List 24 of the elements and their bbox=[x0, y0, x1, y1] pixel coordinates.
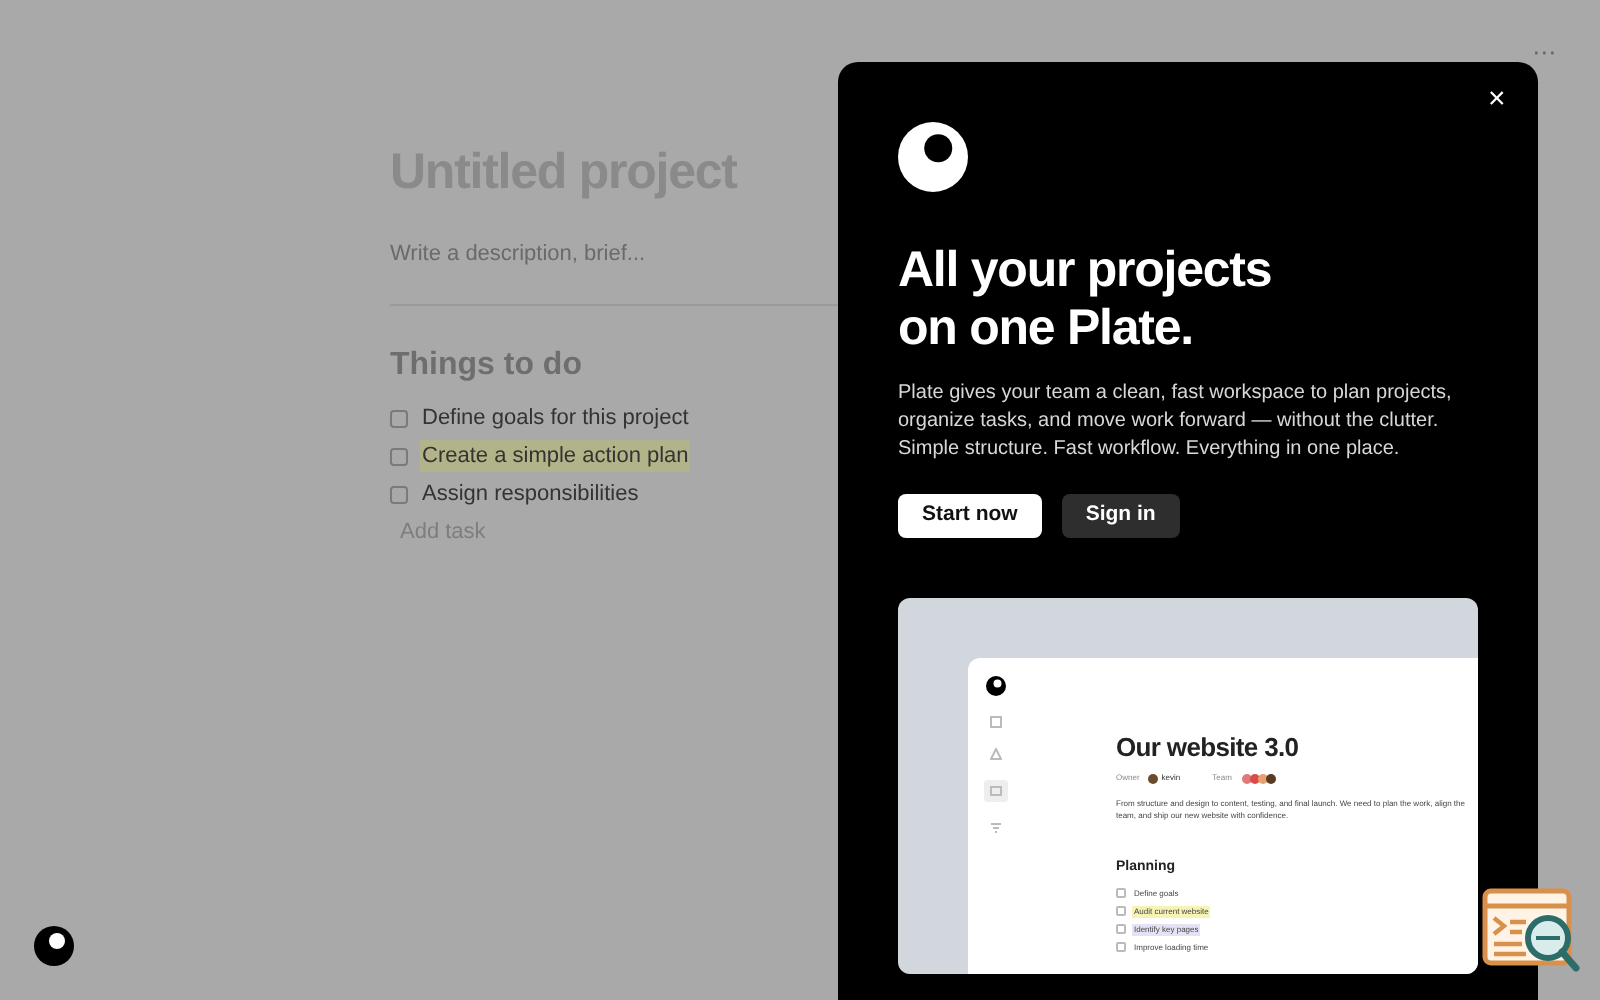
filter-icon bbox=[990, 822, 1002, 834]
avatar-icon bbox=[1147, 773, 1158, 783]
preview-title: Our website 3.0 bbox=[1116, 734, 1301, 760]
section-heading: Things to do bbox=[390, 346, 584, 386]
app-logo-button[interactable] bbox=[34, 926, 74, 966]
start-button[interactable]: Start now bbox=[898, 494, 1042, 538]
dialog-headline: All your projects on one Plate. bbox=[898, 242, 1274, 358]
page-icon bbox=[990, 716, 1002, 728]
inbox-icon bbox=[984, 780, 1008, 802]
triangle-icon bbox=[990, 748, 1002, 760]
close-button[interactable]: × bbox=[1488, 78, 1506, 123]
plate-logo bbox=[986, 676, 1006, 696]
task-checkbox[interactable] bbox=[390, 485, 408, 503]
code-search-icon[interactable] bbox=[1482, 888, 1582, 976]
task-label: Assign responsibilities bbox=[420, 479, 641, 510]
more-menu-button[interactable]: ··· bbox=[1532, 32, 1557, 71]
plate-logo bbox=[898, 122, 968, 192]
team-avatars-icon bbox=[1241, 773, 1274, 783]
dialog-description: Plate gives your team a clean, fast workspace to plan projects, organize tasks, and move work forward — without the clutter. Simple structure. Fast workflow. Everything in one place. bbox=[898, 380, 1454, 464]
sign-in-button[interactable]: Sign in bbox=[1061, 494, 1180, 538]
task-checkbox[interactable] bbox=[390, 447, 408, 465]
task-checkbox[interactable] bbox=[390, 409, 408, 427]
task-label: Define goals for this project bbox=[420, 403, 691, 434]
task-label: Create a simple action plan bbox=[420, 439, 691, 473]
